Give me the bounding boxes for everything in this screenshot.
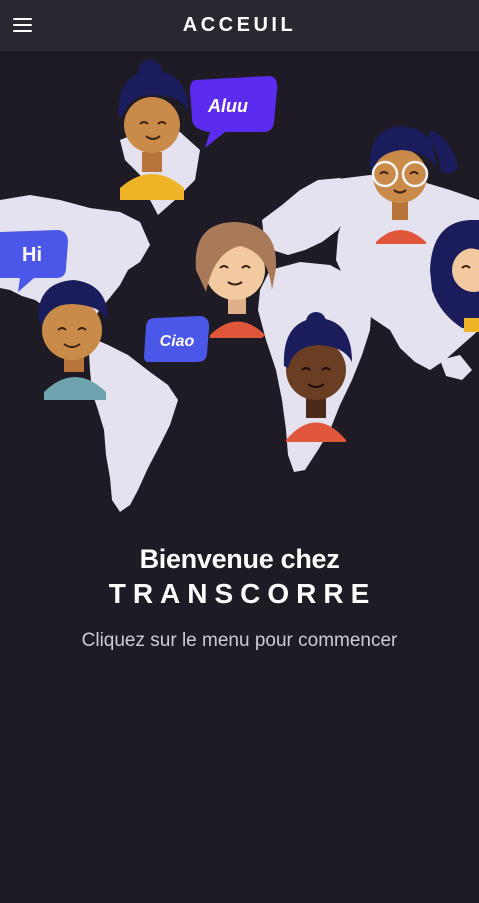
world-map-illustration: Aluu Hi Ciao: [0, 51, 479, 521]
page-title: ACCEUIL: [182, 14, 297, 36]
instruction-text: Cliquez sur le menu pour commencer: [81, 630, 398, 651]
south-america-shape: [88, 336, 178, 512]
svg-text:Ciao: Ciao: [160, 333, 195, 350]
svg-text:Aluu: Aluu: [207, 96, 248, 116]
menu-icon[interactable]: [8, 12, 36, 38]
svg-text:Hi: Hi: [22, 244, 42, 266]
speech-bubble-aluu: Aluu: [190, 76, 278, 148]
app-bar: ACCEUIL: [0, 0, 479, 51]
speech-bubble-ciao: Ciao: [144, 316, 210, 362]
brand-name: TRANSCORRE: [108, 578, 377, 609]
welcome-heading: Bienvenue chez: [139, 544, 340, 574]
